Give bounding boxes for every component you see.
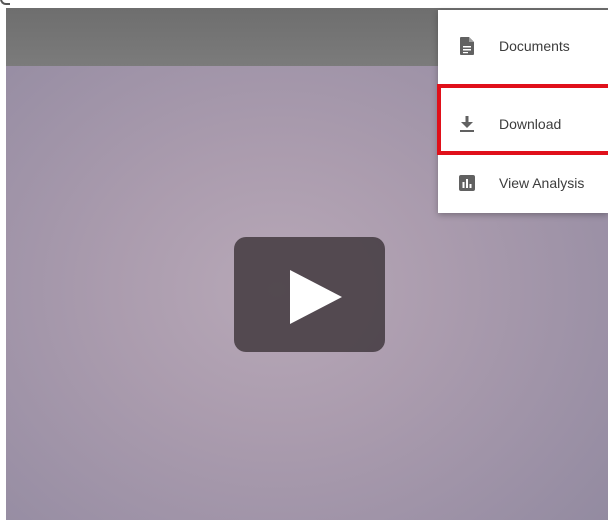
document-icon <box>459 37 475 55</box>
menu-item-documents[interactable]: Documents <box>438 16 608 76</box>
menu-divider <box>438 85 608 86</box>
download-icon <box>459 115 475 133</box>
options-menu: Documents Download View Analysis <box>438 10 608 213</box>
partial-glyph <box>0 0 10 5</box>
menu-item-label: Download <box>499 116 562 132</box>
menu-item-download[interactable]: Download <box>438 94 608 154</box>
top-strip <box>0 0 608 8</box>
menu-item-label: Documents <box>499 38 570 54</box>
screen: Documents Download View Analysis <box>0 0 608 520</box>
menu-item-label: View Analysis <box>499 175 585 191</box>
bar-chart-icon <box>459 174 475 192</box>
play-icon <box>290 270 342 324</box>
play-button[interactable] <box>234 237 385 352</box>
menu-item-view-analysis[interactable]: View Analysis <box>438 153 608 213</box>
